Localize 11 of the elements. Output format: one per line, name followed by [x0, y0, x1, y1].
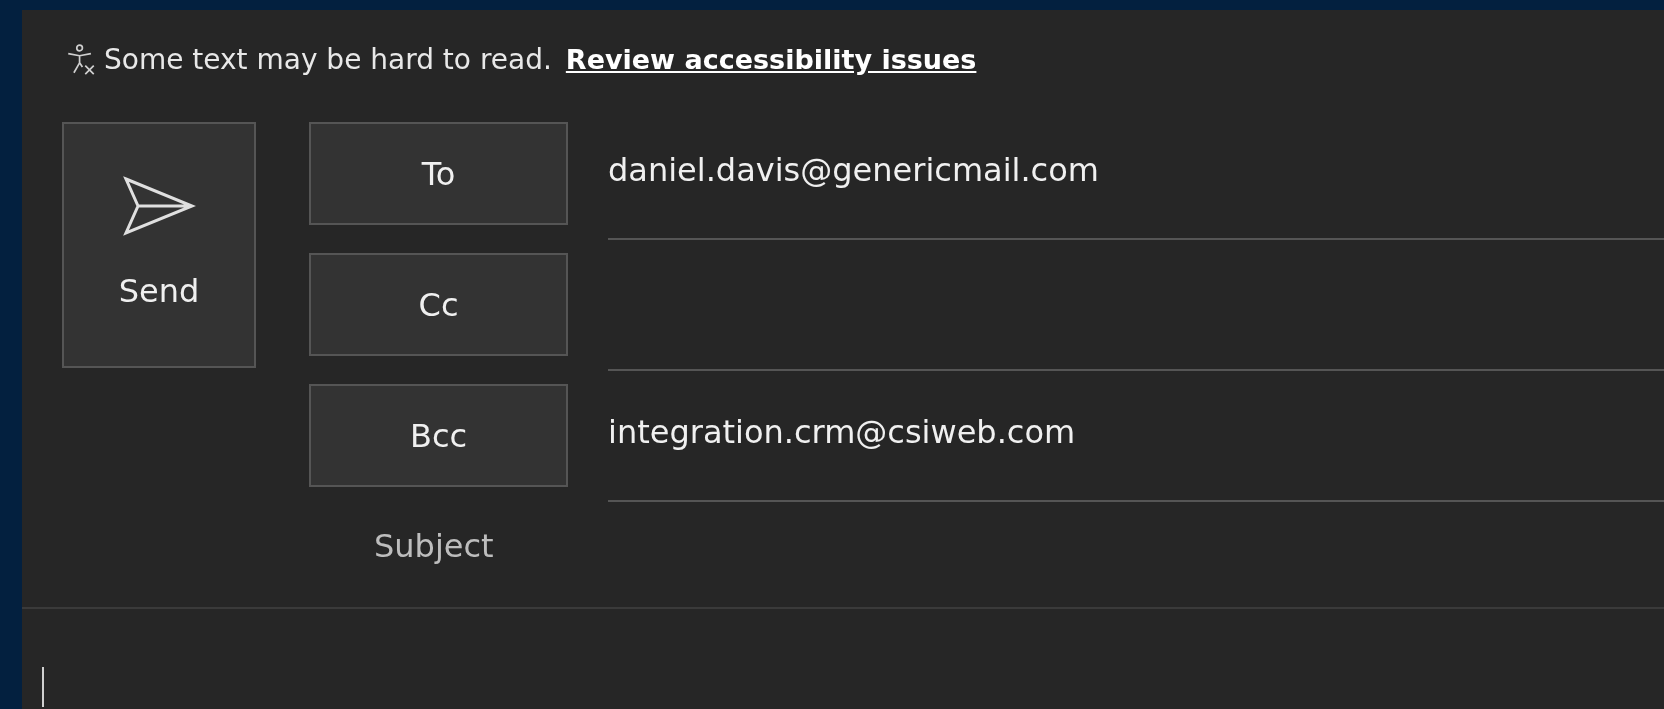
- banner-text: Some text may be hard to read.: [104, 42, 552, 78]
- recipient-field[interactable]: daniel.davis@genericmail.com: [608, 146, 1664, 194]
- text-cursor: [42, 667, 44, 707]
- recipient-button[interactable]: To: [309, 122, 568, 225]
- send-icon: [122, 175, 196, 237]
- send-button[interactable]: Send: [62, 122, 256, 368]
- recipient-button[interactable]: Bcc: [309, 384, 568, 487]
- recipient-button[interactable]: Cc: [309, 253, 568, 356]
- subject-field[interactable]: Subject: [309, 522, 1664, 600]
- review-accessibility-link[interactable]: Review accessibility issues: [565, 39, 977, 81]
- recipient-field[interactable]: integration.crm@csiweb.com: [608, 408, 1664, 456]
